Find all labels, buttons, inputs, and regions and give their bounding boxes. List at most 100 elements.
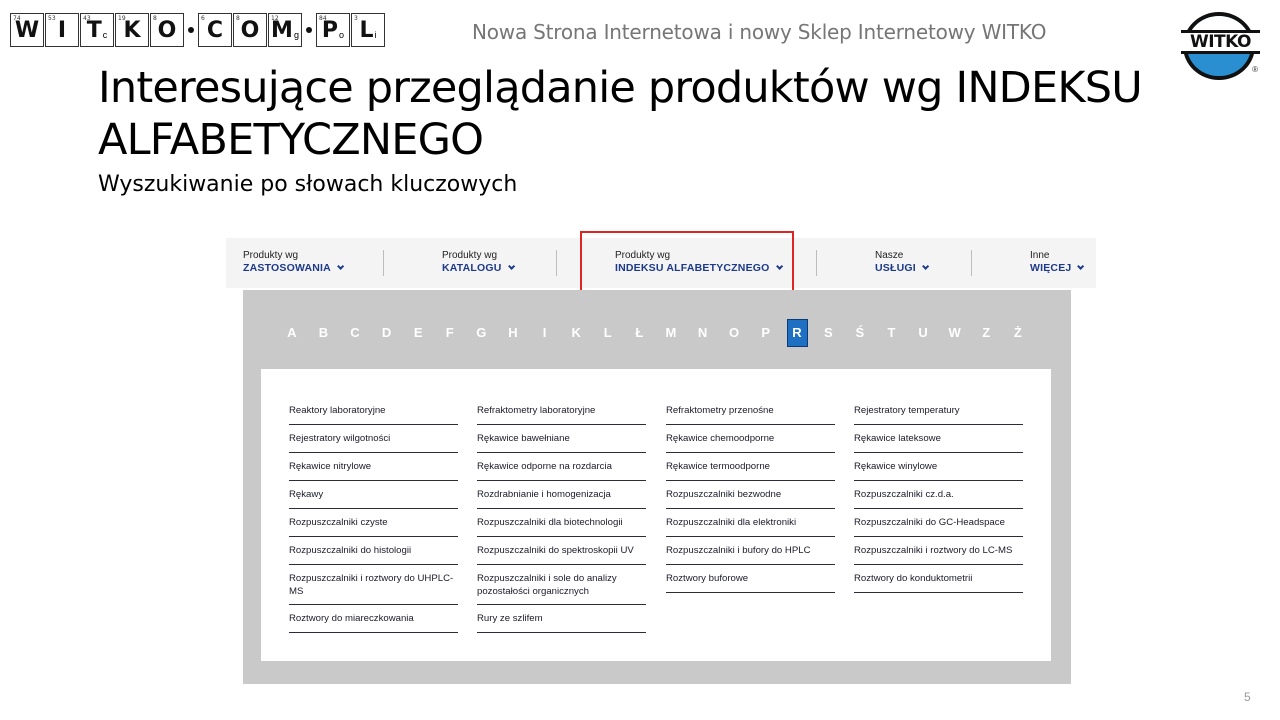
logo-tile: 3Li bbox=[351, 13, 385, 47]
logo-tile: 12 Mg bbox=[268, 13, 302, 47]
logo-tile-symbol: C bbox=[206, 17, 224, 43]
nav-big-label: KATALOGU bbox=[442, 262, 515, 274]
logo-tile: 19 K bbox=[115, 13, 149, 47]
index-link-item[interactable]: Rozpuszczalniki dla biotechnologii bbox=[477, 509, 646, 537]
nav-divider bbox=[971, 250, 972, 276]
logo-tile-symbol: L bbox=[359, 17, 374, 43]
logo-tile-symbol: I bbox=[57, 17, 67, 43]
page-number: 5 bbox=[1244, 690, 1251, 704]
alphabet-letter[interactable]: L bbox=[592, 319, 624, 347]
index-link-item[interactable]: Rękawice bawełniane bbox=[477, 425, 646, 453]
index-link-item[interactable]: Rękawice termoodporne bbox=[666, 453, 835, 481]
index-link-item[interactable]: Rękawice winylowe bbox=[854, 453, 1023, 481]
logo-tile-subscript: i bbox=[374, 30, 377, 40]
logo-tile-subscript: o bbox=[339, 30, 345, 40]
index-link-item[interactable]: Rozpuszczalniki bezwodne bbox=[666, 481, 835, 509]
logo-tile-number: 6 bbox=[201, 15, 205, 22]
brand-band: WITKO bbox=[1181, 30, 1260, 54]
logo-tile-number: 19 bbox=[118, 15, 126, 22]
alphabet-letter[interactable]: U bbox=[907, 319, 939, 347]
logo-tile: 84 Po bbox=[316, 13, 350, 47]
alphabet-bar: ABCDEFGHIKLŁMNOPRSŚTUWZŻ bbox=[276, 318, 1036, 348]
alphabet-letter[interactable]: N bbox=[687, 319, 719, 347]
alphabet-letter[interactable]: G bbox=[466, 319, 498, 347]
nav-produkty-zastosowania[interactable]: Produkty wg ZASTOSOWANIA bbox=[243, 250, 345, 274]
index-link-item[interactable]: Rozpuszczalniki czyste bbox=[289, 509, 458, 537]
logo-tile-number: 12 bbox=[271, 15, 279, 22]
chevron-down-icon bbox=[507, 262, 515, 270]
alphabet-letter[interactable]: D bbox=[371, 319, 403, 347]
index-link-item[interactable]: Rękawice odporne na rozdarcia bbox=[477, 453, 646, 481]
alphabet-letter[interactable]: A bbox=[276, 319, 308, 347]
logo-tile-symbol: O bbox=[157, 17, 177, 43]
logo-dot bbox=[188, 27, 194, 33]
index-link-item[interactable]: Rozpuszczalniki i roztwory do LC-MS bbox=[854, 537, 1023, 565]
index-link-item[interactable]: Roztwory buforowe bbox=[666, 565, 835, 593]
index-link-item[interactable]: Rękawy bbox=[289, 481, 458, 509]
alphabet-letter[interactable]: K bbox=[560, 319, 592, 347]
index-link-item[interactable]: Rozpuszczalniki cz.d.a. bbox=[854, 481, 1023, 509]
slide-subtitle: Wyszukiwanie po słowach kluczowych bbox=[98, 172, 518, 197]
index-link-item[interactable]: Rękawice nitrylowe bbox=[289, 453, 458, 481]
nav-small-label: Nasze bbox=[875, 250, 904, 261]
alphabet-letter[interactable]: W bbox=[939, 319, 971, 347]
index-link-item[interactable]: Reaktory laboratoryjne bbox=[289, 397, 458, 425]
index-link-item[interactable]: Refraktometry laboratoryjne bbox=[477, 397, 646, 425]
nav-inne-wiecej[interactable]: Inne WIĘCEJ bbox=[1030, 250, 1085, 274]
nav-divider bbox=[383, 250, 384, 276]
alphabet-letter[interactable]: F bbox=[434, 319, 466, 347]
alphabet-letter[interactable]: T bbox=[876, 319, 908, 347]
nav-produkty-katalogu[interactable]: Produkty wg KATALOGU bbox=[442, 250, 515, 274]
logo-tile-number: 8 bbox=[236, 15, 240, 22]
index-link-item[interactable]: Rozpuszczalniki do histologii bbox=[289, 537, 458, 565]
index-link-item[interactable]: Rozpuszczalniki i bufory do HPLC bbox=[666, 537, 835, 565]
index-link-item[interactable]: Rozpuszczalniki do spektroskopii UV bbox=[477, 537, 646, 565]
alphabet-letter[interactable]: Ś bbox=[844, 319, 876, 347]
alphabet-letter[interactable]: H bbox=[497, 319, 529, 347]
logo-tile-number: 3 bbox=[354, 15, 358, 22]
logo-tile-symbol: O bbox=[240, 17, 260, 43]
index-link-item[interactable]: Rury ze szlifem bbox=[477, 605, 646, 633]
alphabet-letter[interactable]: E bbox=[402, 319, 434, 347]
nav-small-label: Produkty wg bbox=[243, 250, 299, 261]
alphabet-letter[interactable]: P bbox=[750, 319, 782, 347]
logo-tile: 53 I bbox=[45, 13, 79, 47]
index-link-item[interactable]: Rozpuszczalniki dla elektroniki bbox=[666, 509, 835, 537]
alphabet-letter[interactable]: Ż bbox=[1002, 319, 1034, 347]
index-link-item[interactable]: Rozpuszczalniki do GC-Headspace bbox=[854, 509, 1023, 537]
alphabet-letter[interactable]: C bbox=[339, 319, 371, 347]
brand-name: WITKO bbox=[1189, 32, 1252, 52]
alphabet-letter[interactable]: B bbox=[308, 319, 340, 347]
logo-tile: 43 Tc bbox=[80, 13, 114, 47]
index-link-item[interactable]: Rozdrabnianie i homogenizacja bbox=[477, 481, 646, 509]
index-link-item[interactable]: Rękawice chemoodporne bbox=[666, 425, 835, 453]
alphabet-letter[interactable]: Z bbox=[970, 319, 1002, 347]
alphabet-letter[interactable]: O bbox=[718, 319, 750, 347]
chevron-down-icon bbox=[921, 262, 930, 270]
index-link-item[interactable]: Refraktometry przenośne bbox=[666, 397, 835, 425]
nav-nasze-uslugi[interactable]: Nasze USŁUGI bbox=[875, 250, 930, 274]
logo-dot bbox=[306, 27, 312, 33]
index-link-item[interactable]: Rozpuszczalniki i roztwory do UHPLC-MS bbox=[289, 565, 458, 605]
alphabet-letter[interactable]: M bbox=[655, 319, 687, 347]
nav-small-label: Produkty wg bbox=[442, 250, 498, 261]
logo-tile: 74 W bbox=[10, 13, 44, 47]
nav-small-label: Inne bbox=[1030, 250, 1050, 261]
alphabet-letter[interactable]: Ł bbox=[624, 319, 656, 347]
index-link-item[interactable]: Rękawice lateksowe bbox=[854, 425, 1023, 453]
logo-tile: 6C bbox=[198, 13, 232, 47]
index-link-item[interactable]: Roztwory do miareczkowania bbox=[289, 605, 458, 633]
alphabet-letter[interactable]: I bbox=[529, 319, 561, 347]
index-link-item[interactable]: Rozpuszczalniki i sole do analizy pozost… bbox=[477, 565, 646, 605]
header-title: Nowa Strona Internetowa i nowy Sklep Int… bbox=[472, 20, 1047, 44]
index-link-item[interactable]: Roztwory do konduktometrii bbox=[854, 565, 1023, 593]
logo-tile: 8O bbox=[233, 13, 267, 47]
index-link-item[interactable]: Rejestratory temperatury bbox=[854, 397, 1023, 425]
slide-title: Interesujące przeglądanie produktów wg I… bbox=[98, 63, 1143, 165]
product-index-card: Reaktory laboratoryjne Rejestratory wilgo… bbox=[261, 369, 1051, 661]
alphabet-letter[interactable]: S bbox=[813, 319, 845, 347]
index-link-item[interactable]: Rejestratory wilgotności bbox=[289, 425, 458, 453]
alphabet-letter[interactable]: R bbox=[786, 319, 808, 347]
nav-big-label: WIĘCEJ bbox=[1030, 262, 1085, 274]
nav-divider bbox=[816, 250, 817, 276]
